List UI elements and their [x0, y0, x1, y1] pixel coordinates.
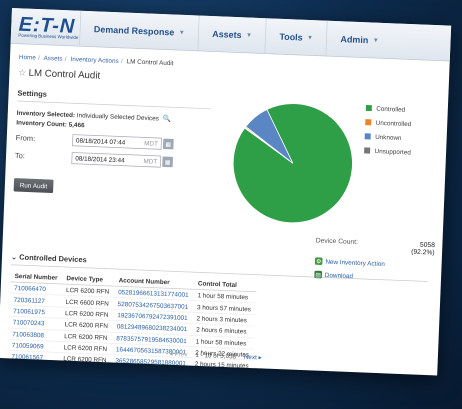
from-label: From:: [15, 133, 36, 143]
prev-page-button[interactable]: ◂ Prev: [169, 350, 187, 358]
star-icon[interactable]: ☆: [18, 67, 26, 78]
eaton-logo[interactable]: E:T-N Powering Business Worldwide: [11, 12, 80, 41]
chevron-down-icon: ▼: [245, 31, 253, 39]
inventory-label: Inventory Selected:: [16, 108, 76, 119]
calendar-icon[interactable]: ▦: [162, 138, 174, 150]
legend-item-uncontrolled: Uncontrolled: [365, 118, 412, 128]
legend-label: Controlled: [376, 104, 406, 114]
from-date-input[interactable]: 08/18/2014 07:44 MDT: [72, 134, 162, 150]
download-label: Download: [324, 271, 354, 280]
legend-label: Uncontrolled: [375, 118, 412, 128]
next-page-button[interactable]: Next ▸: [244, 353, 262, 361]
page-title: LM Control Audit: [28, 66, 101, 81]
breadcrumb-current: LM Control Audit: [126, 57, 174, 67]
new-inventory-action-label: New Inventory Action: [325, 257, 386, 268]
device-count-value: 5058 (92.2%): [411, 240, 435, 256]
to-date-value: 08/18/2014 23:44: [75, 154, 125, 164]
nav-label: Demand Response: [93, 23, 175, 38]
chevron-down-icon: ▼: [306, 34, 314, 41]
app-window: E:T-N Powering Business Worldwide Demand…: [0, 8, 452, 376]
run-audit-button[interactable]: Run Audit: [13, 178, 54, 194]
chevron-down-icon: ▼: [178, 28, 185, 36]
device-count-label: Device Count:: [315, 236, 359, 246]
legend-item-unknown: Unknown: [364, 132, 412, 142]
nav-assets[interactable]: Assets ▼: [197, 15, 267, 54]
to-date-input[interactable]: 08/18/2014 23:44 MDT: [71, 152, 162, 168]
page-range: 1 - 10 of 5,058: [195, 350, 237, 360]
breadcrumb-assets[interactable]: Assets: [43, 54, 62, 62]
nav-demand-response[interactable]: Demand Response ▼: [79, 10, 199, 51]
legend-item-unsupported: Unsupported: [364, 147, 411, 156]
spreadsheet-icon: ▤: [314, 270, 323, 279]
legend-swatch: [364, 147, 371, 154]
legend-swatch: [365, 119, 372, 126]
device-count-percent: (92.2%): [411, 247, 435, 257]
legend-label: Unknown: [375, 132, 402, 142]
magnifier-icon[interactable]: 🔍: [163, 115, 172, 123]
to-timezone: MDT: [143, 157, 158, 166]
controlled-devices-title: Controlled Devices: [19, 253, 87, 265]
breadcrumb-inventory-actions[interactable]: Inventory Actions: [70, 55, 118, 64]
to-label: To:: [14, 151, 26, 161]
count-value: 5,466: [68, 120, 85, 129]
new-inventory-action-link[interactable]: ⚙ New Inventory Action: [314, 257, 434, 269]
legend-swatch: [364, 133, 371, 140]
prev-label: Prev: [174, 350, 188, 359]
nav-label: Assets: [212, 28, 242, 40]
from-timezone: MDT: [144, 139, 159, 148]
breadcrumb-home[interactable]: Home: [19, 53, 36, 61]
gear-icon: ⚙: [314, 257, 323, 266]
download-link[interactable]: ▤ Download: [314, 270, 433, 283]
chart-legend: Controlled Uncontrolled Unknown Unsupported: [364, 104, 413, 162]
count-label: Inventory Count:: [16, 118, 68, 129]
summary-panel: Device Count: 5058 (92.2%) ⚙ New Invento…: [314, 236, 435, 282]
from-date-value: 08/18/2014 07:44: [75, 136, 126, 147]
nav-tools[interactable]: Tools ▼: [264, 17, 328, 57]
audit-pie-chart: Controlled Uncontrolled Unknown Unsupported: [226, 97, 448, 255]
inventory-value: Individually Selected Devices: [76, 111, 159, 123]
nav-admin[interactable]: Admin ▼: [325, 20, 393, 59]
legend-item-controlled: Controlled: [365, 104, 413, 114]
nav-label: Admin: [340, 33, 369, 46]
calendar-icon[interactable]: ▦: [162, 156, 174, 168]
pie-svg: [232, 103, 353, 224]
nav-label: Tools: [279, 31, 303, 43]
logo-wordmark: E:T-N: [18, 12, 76, 37]
legend-swatch: [365, 104, 372, 112]
legend-label: Unsupported: [374, 147, 411, 156]
chevron-down-icon: ▼: [372, 36, 379, 44]
next-label: Next: [243, 352, 257, 361]
